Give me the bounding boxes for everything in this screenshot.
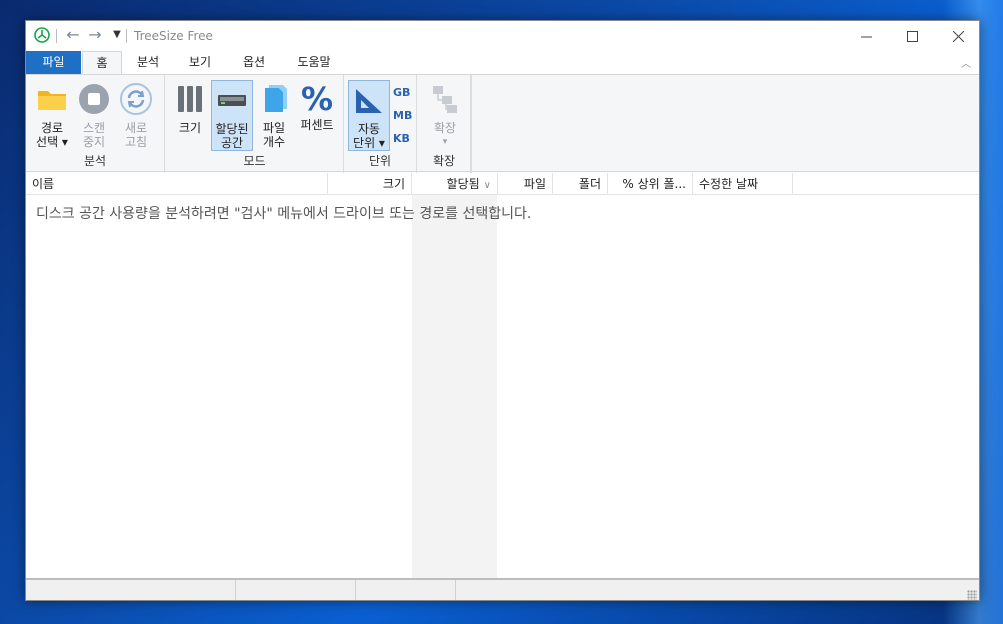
- bar-columns-icon: [178, 86, 202, 112]
- tab-file[interactable]: 파일: [26, 51, 81, 74]
- ribbon: 경로 선택 ▾ 스캔 중지 새로 고침 분석 크기 할당된 공간 파일 개수 %…: [26, 74, 979, 173]
- maximize-icon: [906, 30, 918, 42]
- column-header-files[interactable]: 파일: [498, 173, 553, 195]
- tab-home[interactable]: 홈: [82, 51, 122, 75]
- chevron-up-icon[interactable]: ︿: [959, 55, 973, 70]
- select-path-button[interactable]: 경로 선택 ▾: [32, 80, 72, 149]
- mode-size-label: 크기: [178, 121, 202, 135]
- unit-mb-button[interactable]: MB: [393, 109, 412, 122]
- ribbon-group-analysis: 경로 선택 ▾ 스캔 중지 새로 고침 분석: [26, 75, 165, 173]
- arrow-left-icon[interactable]: ←: [64, 26, 82, 44]
- unit-kb-button[interactable]: KB: [393, 132, 410, 145]
- close-icon: [952, 30, 964, 42]
- column-header-size[interactable]: 크기: [328, 173, 412, 195]
- mode-percent-button[interactable]: % 퍼센트: [296, 80, 338, 132]
- column-header-modified-date[interactable]: 수정한 날짜: [693, 173, 793, 195]
- mode-file-count-label: 파일 개수: [262, 121, 286, 149]
- hard-drive-icon: [218, 95, 246, 106]
- refresh-icon: [120, 83, 152, 115]
- ribbon-group-mode: 크기 할당된 공간 파일 개수 % 퍼센트 모드: [166, 75, 344, 173]
- stop-scan-button[interactable]: 스캔 중지: [76, 80, 112, 149]
- tree-expand-icon: [433, 86, 457, 113]
- refresh-label: 새로 고침: [124, 121, 148, 149]
- mode-file-count-button[interactable]: 파일 개수: [256, 80, 292, 149]
- file-stack-icon: [265, 85, 287, 112]
- status-bar: [26, 578, 979, 600]
- tree-list-view[interactable]: 디스크 공간 사용량을 분석하려면 "검사" 메뉴에서 드라이브 또는 경로를 …: [26, 195, 979, 579]
- mode-allocated-label: 할당된 공간: [215, 122, 249, 150]
- treesize-logo-icon[interactable]: [34, 27, 50, 43]
- expand-caret-icon: ▾: [442, 137, 448, 147]
- column-header-allocated[interactable]: 할당됨 ∨: [412, 173, 498, 195]
- column-header-percent-parent[interactable]: % 상위 폴...: [608, 173, 693, 195]
- title-bar: ← → ▼ TreeSize Free: [26, 21, 979, 51]
- expand-button[interactable]: 확장 ▾: [425, 80, 465, 149]
- status-segment: [236, 580, 356, 600]
- minimize-button[interactable]: [843, 21, 889, 51]
- stop-scan-label: 스캔 중지: [82, 121, 106, 149]
- status-segment: [356, 580, 456, 600]
- ribbon-group-expand: 확장 ▾ 확장: [416, 75, 472, 173]
- auto-unit-button[interactable]: 자동 단위 ▾: [348, 80, 390, 151]
- quick-access-separator: [126, 29, 127, 43]
- sorted-column-highlight: [412, 195, 497, 579]
- unit-gb-button[interactable]: GB: [393, 86, 410, 99]
- column-header-allocated-label: 할당됨: [446, 177, 480, 191]
- arrow-right-icon[interactable]: →: [86, 26, 104, 44]
- stop-icon: [79, 84, 109, 114]
- dropdown-caret-icon[interactable]: ▼: [108, 26, 126, 44]
- tab-help[interactable]: 도움말: [288, 51, 340, 74]
- tab-view[interactable]: 보기: [178, 51, 222, 74]
- tab-options[interactable]: 옵션: [232, 51, 276, 74]
- tab-analysis[interactable]: 분석: [126, 51, 170, 74]
- empty-state-message: 디스크 공간 사용량을 분석하려면 "검사" 메뉴에서 드라이브 또는 경로를 …: [36, 206, 532, 222]
- ribbon-tabs: 파일 홈 분석 보기 옵션 도움말 ︿: [26, 51, 979, 75]
- group-label-expand: 확장: [432, 154, 456, 168]
- expand-label: 확장: [433, 121, 457, 135]
- group-label-mode: 모드: [243, 154, 266, 168]
- column-header-folders[interactable]: 폴더: [553, 173, 608, 195]
- minimize-icon: [860, 36, 872, 37]
- resize-grip-icon[interactable]: [967, 590, 977, 600]
- mode-percent-label: 퍼센트: [300, 118, 334, 132]
- auto-unit-label: 자동 단위 ▾: [353, 122, 385, 150]
- maximize-button[interactable]: [889, 21, 935, 51]
- window-title: TreeSize Free: [134, 29, 213, 43]
- mode-allocated-button[interactable]: 할당된 공간: [211, 80, 253, 151]
- group-label-unit: 단위: [368, 154, 392, 168]
- column-header-name[interactable]: 이름: [26, 173, 328, 195]
- folder-icon: [38, 91, 66, 110]
- quick-access-separator: [56, 29, 57, 43]
- app-window: ← → ▼ TreeSize Free 파일 홈 분석 보기 옵션 도움말 ︿: [25, 20, 980, 601]
- refresh-button[interactable]: 새로 고침: [118, 80, 154, 149]
- sort-descending-icon: ∨: [483, 180, 491, 191]
- column-header-row: 이름 크기 할당됨 ∨ 파일 폴더 % 상위 폴... 수정한 날짜: [26, 173, 979, 195]
- mode-size-button[interactable]: 크기: [172, 80, 208, 135]
- status-segment: [26, 580, 236, 600]
- group-label-analysis: 분석: [83, 154, 107, 168]
- select-path-label: 경로 선택 ▾: [36, 121, 68, 149]
- close-button[interactable]: [935, 21, 979, 51]
- set-square-ruler-icon: [356, 89, 382, 113]
- percent-icon: %: [300, 80, 334, 118]
